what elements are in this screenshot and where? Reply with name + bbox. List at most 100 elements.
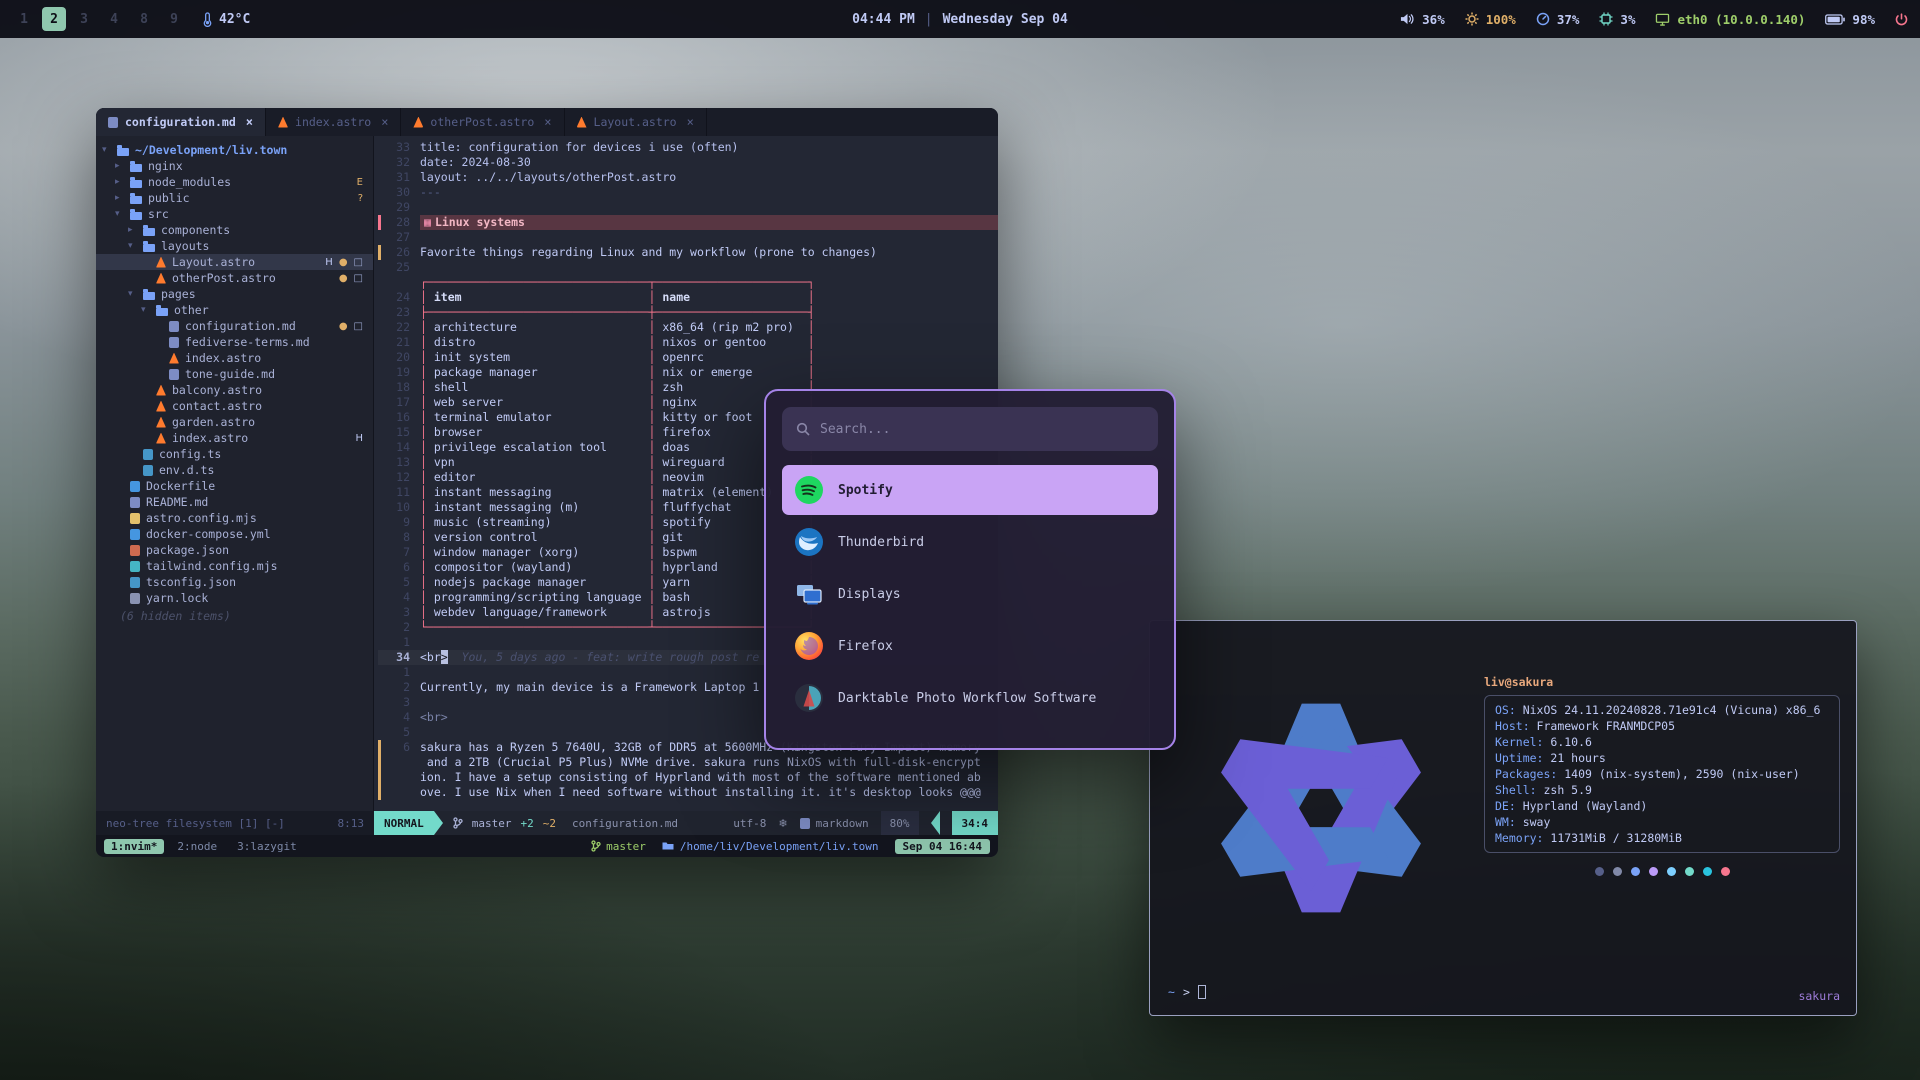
shell-prompt[interactable]: ~ > bbox=[1168, 985, 1206, 999]
line-text: ove. I use Nix when I need software with… bbox=[420, 785, 998, 800]
statusline: neo-tree filesystem [1] [-] 8:13 NORMAL … bbox=[96, 811, 998, 835]
launcher-item-Displays[interactable]: Displays bbox=[782, 569, 1158, 619]
workspace-button-1[interactable]: 1 bbox=[12, 7, 36, 31]
search-placeholder: Search... bbox=[820, 422, 890, 437]
table-border-chars: │ bbox=[808, 335, 815, 349]
module-battery[interactable]: 98% bbox=[1825, 12, 1875, 27]
tree-item-components[interactable]: ▸components bbox=[96, 222, 373, 238]
table-cell-name: nixos or gentoo bbox=[655, 335, 807, 349]
buffer-line[interactable]: ion. I have a setup consisting of Hyprla… bbox=[378, 770, 998, 785]
tmux-window-1:nvim*[interactable]: 1:nvim* bbox=[104, 839, 164, 854]
tree-item-astro.config.mjs[interactable]: astro.config.mjs bbox=[96, 510, 373, 526]
tree-item-public[interactable]: ▸public? bbox=[96, 190, 373, 206]
buffer-line[interactable]: 28▦Linux systems bbox=[378, 215, 998, 230]
tab-close-icon[interactable]: × bbox=[544, 115, 551, 129]
tree-item-env.d.ts[interactable]: env.d.ts bbox=[96, 462, 373, 478]
table-cell-name: openrc bbox=[655, 350, 807, 364]
gitsign-change bbox=[378, 245, 381, 260]
module-cpu[interactable]: 37% bbox=[1536, 12, 1580, 27]
astro-file-icon bbox=[156, 401, 166, 412]
module-volume[interactable]: 36% bbox=[1400, 12, 1445, 27]
buffer-line[interactable]: 20│ init system │ openrc │ bbox=[378, 350, 998, 365]
tab-otherPost.astro[interactable]: otherPost.astro× bbox=[401, 108, 564, 136]
launcher-search-input[interactable]: Search... bbox=[782, 407, 1158, 451]
workspace-button-4[interactable]: 4 bbox=[102, 7, 126, 31]
tree-item-src[interactable]: ▾src bbox=[96, 206, 373, 222]
buffer-line[interactable]: 27 bbox=[378, 230, 998, 245]
gitsign-change bbox=[378, 740, 381, 755]
module-memory[interactable]: 3% bbox=[1599, 12, 1635, 27]
buffer-line[interactable]: 33title: configuration for devices i use… bbox=[378, 140, 998, 155]
launcher-item-Spotify[interactable]: Spotify bbox=[782, 465, 1158, 515]
buffer-line[interactable]: 19│ package manager │ nix or emerge │ bbox=[378, 365, 998, 380]
tree-item-tsconfig.json[interactable]: tsconfig.json bbox=[96, 574, 373, 590]
buffer-line[interactable]: 25 bbox=[378, 260, 998, 275]
launcher-item-Thunderbird[interactable]: Thunderbird bbox=[782, 517, 1158, 567]
tab-index.astro[interactable]: index.astro× bbox=[266, 108, 401, 136]
tmux-window-3:lazygit[interactable]: 3:lazygit bbox=[230, 839, 304, 854]
tab-configuration.md[interactable]: configuration.md× bbox=[96, 108, 266, 136]
table-cell-item: programming/scripting language bbox=[427, 590, 649, 604]
fastfetch-value: Framework FRANMDCP05 bbox=[1530, 719, 1675, 733]
tab-Layout.astro[interactable]: Layout.astro× bbox=[565, 108, 707, 136]
tree-item-README.md[interactable]: README.md bbox=[96, 494, 373, 510]
buffer-line[interactable]: 26Favorite things regarding Linux and my… bbox=[378, 245, 998, 260]
launcher-item-Firefox[interactable]: Firefox bbox=[782, 621, 1158, 671]
tab-close-icon[interactable]: × bbox=[687, 115, 694, 129]
tree-item-otherPost.astro[interactable]: otherPost.astro●□ bbox=[96, 270, 373, 286]
line-number: 10 bbox=[384, 500, 420, 515]
buffer-line[interactable]: 23├────────────────────────────────┼────… bbox=[378, 305, 998, 320]
thermometer-icon bbox=[202, 11, 213, 27]
workspace-button-2[interactable]: 2 bbox=[42, 7, 66, 31]
tree-item-tone-guide.md[interactable]: tone-guide.md bbox=[96, 366, 373, 382]
tree-item-contact.astro[interactable]: contact.astro bbox=[96, 398, 373, 414]
buffer-line[interactable]: and a 2TB (Crucial P5 Plus) NVMe drive. … bbox=[378, 755, 998, 770]
tree-item-garden.astro[interactable]: garden.astro bbox=[96, 414, 373, 430]
tree-item-yarn.lock[interactable]: yarn.lock bbox=[96, 590, 373, 606]
buffer-line[interactable]: ove. I use Nix when I need software with… bbox=[378, 785, 998, 800]
table-cell-name: nix or emerge bbox=[655, 365, 807, 379]
tree-item-index.astro[interactable]: index.astroH bbox=[96, 430, 373, 446]
workspace-button-8[interactable]: 8 bbox=[132, 7, 156, 31]
tree-item-config.ts[interactable]: config.ts bbox=[96, 446, 373, 462]
tree-item-pages[interactable]: ▾pages bbox=[96, 286, 373, 302]
tree-item-layouts[interactable]: ▾layouts bbox=[96, 238, 373, 254]
module-power[interactable] bbox=[1895, 13, 1908, 26]
buffer-line[interactable]: 24│ item │ name │ bbox=[378, 290, 998, 305]
buffer-line[interactable]: ┌────────────────────────────────┬──────… bbox=[378, 275, 998, 290]
table-border-chars: │ bbox=[420, 290, 427, 304]
buffer-line[interactable]: 29 bbox=[378, 200, 998, 215]
workspace-button-3[interactable]: 3 bbox=[72, 7, 96, 31]
line-text bbox=[420, 200, 998, 215]
module-brightness[interactable]: 100% bbox=[1465, 12, 1516, 27]
tree-item-node_modules[interactable]: ▸node_modulesE bbox=[96, 174, 373, 190]
tree-item-tailwind.config.mjs[interactable]: tailwind.config.mjs bbox=[96, 558, 373, 574]
tree-item-label: otherPost.astro bbox=[172, 271, 276, 285]
tab-close-icon[interactable]: × bbox=[246, 115, 253, 129]
spotify-app-icon bbox=[794, 475, 824, 505]
tree-item-index.astro[interactable]: index.astro bbox=[96, 350, 373, 366]
table-border-chars: │ bbox=[420, 605, 427, 619]
tree-item-Layout.astro[interactable]: Layout.astroH●□ bbox=[96, 254, 373, 270]
module-network[interactable]: eth0 (10.0.0.140) bbox=[1655, 12, 1805, 27]
tree-item-Dockerfile[interactable]: Dockerfile bbox=[96, 478, 373, 494]
tree-item-fediverse-terms.md[interactable]: fediverse-terms.md bbox=[96, 334, 373, 350]
buffer-line[interactable]: 32date: 2024-08-30 bbox=[378, 155, 998, 170]
buffer-line[interactable]: 21│ distro │ nixos or gentoo │ bbox=[378, 335, 998, 350]
launcher-item-Darktable Photo Workflow Software[interactable]: Darktable Photo Workflow Software bbox=[782, 673, 1158, 723]
fastfetch-label: Kernel: bbox=[1495, 735, 1543, 749]
tmux-window-2:node[interactable]: 2:node bbox=[170, 839, 224, 854]
tree-item-~/Development/liv.town[interactable]: ▾~/Development/liv.town bbox=[96, 142, 373, 158]
buffer-line[interactable]: 31layout: ../../layouts/otherPost.astro bbox=[378, 170, 998, 185]
buffer-line[interactable]: 22│ architecture │ x86_64 (rip m2 pro) │ bbox=[378, 320, 998, 335]
workspace-button-9[interactable]: 9 bbox=[162, 7, 186, 31]
tree-item-nginx[interactable]: ▸nginx bbox=[96, 158, 373, 174]
tree-item-package.json[interactable]: package.json bbox=[96, 542, 373, 558]
buffer-line[interactable]: 30--- bbox=[378, 185, 998, 200]
docker-file-icon bbox=[130, 481, 140, 492]
tree-item-other[interactable]: ▾other bbox=[96, 302, 373, 318]
tab-close-icon[interactable]: × bbox=[381, 115, 388, 129]
tree-item-configuration.md[interactable]: configuration.md●□ bbox=[96, 318, 373, 334]
tree-item-docker-compose.yml[interactable]: docker-compose.yml bbox=[96, 526, 373, 542]
tree-item-balcony.astro[interactable]: balcony.astro bbox=[96, 382, 373, 398]
